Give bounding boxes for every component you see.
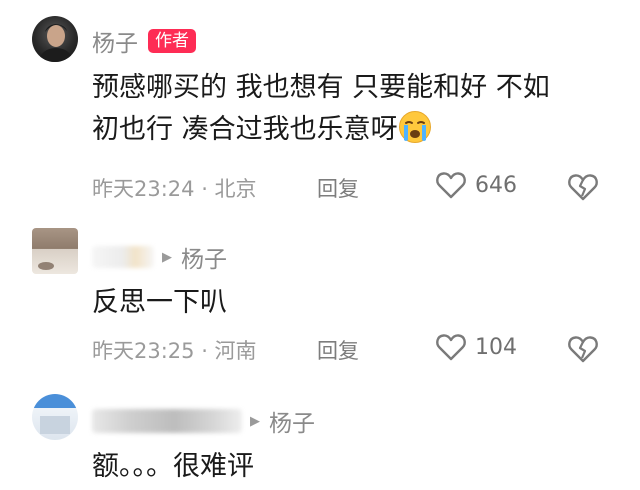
username[interactable]: 杨子 [92, 24, 138, 58]
like-count: 104 [475, 334, 517, 360]
like-count: 646 [475, 172, 517, 198]
author-badge: 作者 [148, 29, 196, 53]
comment-text-line: 预感哪买的 我也想有 只要能和好 不如 [92, 72, 550, 103]
username-redacted[interactable] [92, 246, 154, 268]
like-button[interactable]: 646 [435, 170, 517, 200]
timestamp-location: 昨天23:24 · 北京 [92, 177, 257, 201]
comment-text: 反思一下叭 [92, 287, 227, 318]
reply-arrow-icon: ▶ [162, 249, 172, 265]
dislike-button[interactable] [567, 172, 599, 207]
avatar[interactable] [32, 16, 78, 62]
reply-button[interactable]: 回复 [317, 173, 359, 203]
comment-item: 杨子 作者 预感哪买的 我也想有 只要能和好 不如 初也行 凑合过我也乐意呀 昨… [0, 0, 640, 220]
comment-header: ▶ 杨子 [92, 404, 315, 438]
heart-outline-icon [436, 334, 466, 361]
like-button[interactable]: 104 [435, 332, 517, 362]
comment-header: 杨子 作者 [92, 24, 196, 58]
avatar[interactable] [32, 394, 78, 440]
avatar-image [38, 262, 54, 270]
dislike-button[interactable] [567, 334, 599, 369]
comment-meta: 昨天23:24 · 北京 回复 646 [92, 170, 612, 204]
comment-item: ▶ 杨子 额。。。很难评 [0, 390, 640, 490]
broken-heart-icon [568, 336, 598, 363]
comment-text: 预感哪买的 我也想有 只要能和好 不如 初也行 凑合过我也乐意呀 [92, 67, 622, 151]
heart-outline-icon [436, 172, 466, 199]
comment-text-line: 初也行 凑合过我也乐意呀 [92, 109, 622, 151]
comment-meta: 昨天23:25 · 河南 回复 104 [92, 332, 612, 366]
comment-text: 额。。。很难评 [92, 451, 254, 482]
reply-button[interactable]: 回复 [317, 335, 359, 365]
reply-to-username[interactable]: 杨子 [181, 240, 227, 274]
broken-heart-icon [568, 174, 598, 201]
timestamp-location: 昨天23:25 · 河南 [92, 339, 257, 363]
avatar-image [38, 24, 74, 62]
reply-arrow-icon: ▶ [250, 413, 260, 429]
avatar[interactable] [32, 228, 78, 274]
loudly-crying-face-icon [398, 111, 431, 143]
comment-header: ▶ 杨子 [92, 240, 227, 274]
comment-item: ▶ 杨子 反思一下叭 昨天23:25 · 河南 回复 104 [0, 222, 640, 382]
avatar-image [40, 416, 70, 434]
reply-to-username[interactable]: 杨子 [269, 404, 315, 438]
username-redacted[interactable] [92, 409, 242, 433]
